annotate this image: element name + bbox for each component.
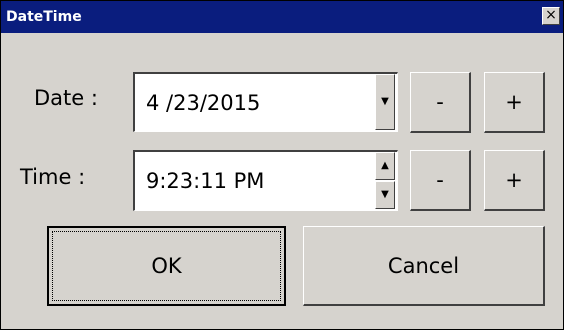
ok-button-label: OK — [151, 254, 182, 278]
arrow-down-icon: ▼ — [381, 189, 389, 200]
date-label: Date : — [34, 86, 98, 110]
title-bar[interactable]: DateTime × — [1, 1, 563, 33]
date-decrement-button[interactable]: - — [410, 72, 471, 133]
time-increment-button[interactable]: + — [484, 150, 545, 211]
close-button[interactable]: × — [542, 7, 560, 25]
window-title: DateTime — [6, 9, 82, 25]
time-picker-field[interactable]: 9:23:11 PM ▲ ▼ — [133, 150, 398, 211]
cancel-button-label: Cancel — [387, 253, 460, 278]
time-spin-up-button[interactable]: ▲ — [375, 152, 395, 180]
cancel-button[interactable]: Cancel — [303, 226, 545, 306]
time-value: 9:23:11 PM — [146, 169, 265, 193]
ok-button[interactable]: OK — [47, 226, 286, 306]
arrow-up-icon: ▲ — [381, 160, 389, 171]
datetime-dialog: DateTime × Date : 4 /23/2015 ▼ - + Time … — [0, 0, 564, 330]
time-spin-down-button[interactable]: ▼ — [375, 181, 395, 209]
time-label: Time : — [20, 165, 86, 189]
date-picker-field[interactable]: 4 /23/2015 ▼ — [133, 72, 398, 132]
time-decrement-button[interactable]: - — [410, 150, 471, 211]
date-dropdown-button[interactable]: ▼ — [375, 74, 395, 130]
chevron-down-icon: ▼ — [381, 96, 389, 107]
date-value: 4 /23/2015 — [146, 90, 261, 115]
date-increment-button[interactable]: + — [484, 72, 545, 133]
close-icon: × — [545, 7, 557, 23]
